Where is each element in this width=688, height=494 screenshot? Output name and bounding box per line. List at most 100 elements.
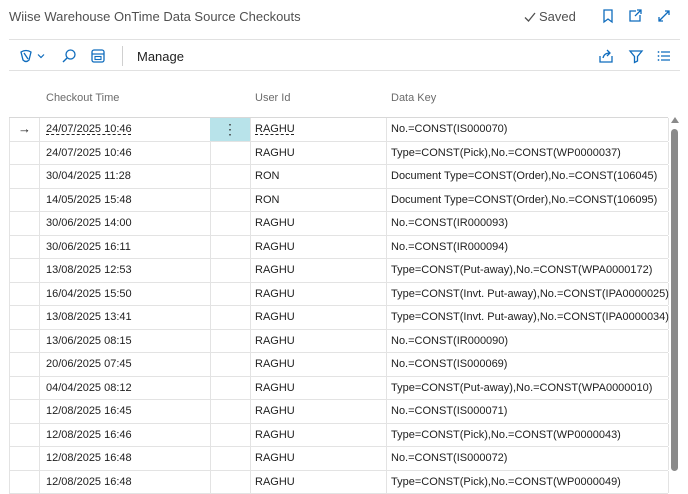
cell-divider: [250, 447, 251, 470]
data-key-cell[interactable]: No.=CONST(IS000072): [391, 447, 507, 470]
share-icon[interactable]: [598, 47, 614, 65]
checkout-time-cell[interactable]: 30/06/2025 14:00: [46, 212, 132, 235]
cell-divider: [39, 353, 40, 376]
data-key-cell[interactable]: No.=CONST(IR000093): [391, 212, 508, 235]
checkout-time-cell[interactable]: 20/06/2025 07:45: [46, 353, 132, 376]
cell-divider: [386, 118, 387, 141]
data-key-cell[interactable]: Type=CONST(Pick),No.=CONST(WP0000037): [391, 142, 621, 165]
cell-divider: [250, 377, 251, 400]
user-id-cell[interactable]: RAGHU: [255, 236, 295, 259]
cell-divider: [39, 212, 40, 235]
data-key-cell[interactable]: Type=CONST(Put-away),No.=CONST(WPA000017…: [391, 259, 652, 282]
checkout-time-cell[interactable]: 12/08/2025 16:46: [46, 424, 132, 447]
table-row[interactable]: 12/08/2025 16:48 RAGHU No.=CONST(IS000072): [9, 447, 668, 471]
user-id-cell[interactable]: RON: [255, 189, 279, 212]
edit-list-icon[interactable]: [90, 47, 106, 65]
user-id-cell[interactable]: RAGHU: [255, 377, 295, 400]
cell-divider: [250, 165, 251, 188]
user-id-cell[interactable]: RAGHU: [255, 259, 295, 282]
table-row[interactable]: 12/08/2025 16:45 RAGHU No.=CONST(IS000071): [9, 400, 668, 424]
data-key-cell[interactable]: Document Type=CONST(Order),No.=CONST(106…: [391, 165, 657, 188]
checkout-time-cell[interactable]: 13/08/2025 12:53: [46, 259, 132, 282]
data-key-cell[interactable]: No.=CONST(IS000069): [391, 353, 507, 376]
filter-icon[interactable]: [628, 47, 644, 65]
search-icon[interactable]: [61, 47, 77, 65]
data-key-cell[interactable]: No.=CONST(IS000071): [391, 400, 507, 423]
data-key-cell[interactable]: Document Type=CONST(Order),No.=CONST(106…: [391, 189, 657, 212]
cell-divider: [9, 142, 10, 165]
table-row[interactable]: 30/06/2025 16:11 RAGHU No.=CONST(IR000094): [9, 236, 668, 260]
data-key-cell[interactable]: No.=CONST(IS000070): [391, 118, 507, 141]
cell-divider: [250, 306, 251, 329]
cell-divider: [9, 118, 10, 141]
column-header-checkout-time[interactable]: Checkout Time: [46, 92, 119, 104]
cell-divider: [386, 330, 387, 353]
bookmark-icon[interactable]: [600, 8, 616, 24]
table-row[interactable]: →⋮24/07/2025 10:46RAGHUNo.=CONST(IS00007…: [9, 118, 668, 142]
checkout-time-cell[interactable]: 04/04/2025 08:12: [46, 377, 132, 400]
user-id-cell[interactable]: RAGHU: [255, 447, 295, 470]
user-id-cell[interactable]: RAGHU: [255, 212, 295, 235]
cell-divider: [210, 236, 211, 259]
column-header-user-id[interactable]: User Id: [255, 92, 290, 104]
table-row[interactable]: 24/07/2025 10:46 RAGHU Type=CONST(Pick),No…: [9, 142, 668, 166]
checkout-time-cell[interactable]: 30/06/2025 16:11: [46, 236, 131, 259]
user-id-cell[interactable]: RAGHU: [255, 306, 295, 329]
user-id-cell[interactable]: RAGHU: [255, 353, 295, 376]
cell-divider: [39, 424, 40, 447]
table-row[interactable]: 12/08/2025 16:48 RAGHU Type=CONST(Pick),No…: [9, 471, 668, 494]
table-row[interactable]: 30/06/2025 14:00 RAGHU No.=CONST(IR000093): [9, 212, 668, 236]
title-bar: Wiise Warehouse OnTime Data Source Check…: [0, 0, 688, 34]
data-key-cell[interactable]: Type=CONST(Invt. Put-away),No.=CONST(IPA…: [391, 283, 669, 306]
table-row[interactable]: 16/04/2025 15:50 RAGHU Type=CONST(Invt. Pu…: [9, 283, 668, 307]
data-key-cell[interactable]: Type=CONST(Put-away),No.=CONST(WPA000001…: [391, 377, 652, 400]
data-key-cell[interactable]: No.=CONST(IR000090): [391, 330, 508, 353]
data-key-cell[interactable]: Type=CONST(Pick),No.=CONST(WP0000043): [391, 424, 621, 447]
open-new-window-icon[interactable]: [627, 8, 643, 24]
data-key-cell[interactable]: No.=CONST(IR000094): [391, 236, 508, 259]
checkout-time-cell[interactable]: 30/04/2025 11:28: [46, 165, 131, 188]
user-id-cell[interactable]: RAGHU: [255, 142, 295, 165]
checkout-time-cell[interactable]: 16/04/2025 15:50: [46, 283, 132, 306]
table-row[interactable]: 04/04/2025 08:12 RAGHU Type=CONST(Put-away…: [9, 377, 668, 401]
table-row[interactable]: 13/06/2025 08:15 RAGHU No.=CONST(IR000090): [9, 330, 668, 354]
copilot-menu-button[interactable]: [18, 47, 46, 65]
manage-button[interactable]: Manage: [137, 49, 184, 64]
cell-divider: [250, 142, 251, 165]
table-row[interactable]: 30/04/2025 11:28 RON Document Type=CONST(O…: [9, 165, 668, 189]
checkout-time-cell[interactable]: 12/08/2025 16:48: [46, 447, 132, 470]
checkout-time-cell[interactable]: 13/06/2025 08:15: [46, 330, 132, 353]
column-header-data-key[interactable]: Data Key: [391, 92, 436, 104]
cell-divider: [386, 212, 387, 235]
user-id-cell[interactable]: RAGHU: [255, 400, 295, 423]
checkout-time-cell[interactable]: 12/08/2025 16:48: [46, 471, 132, 494]
data-key-cell[interactable]: Type=CONST(Invt. Put-away),No.=CONST(IPA…: [391, 306, 669, 329]
checkout-time-cell[interactable]: 14/05/2025 15:48: [46, 189, 132, 212]
cell-divider: [250, 189, 251, 212]
table-row[interactable]: 14/05/2025 15:48 RON Document Type=CONST(O…: [9, 189, 668, 213]
table-row[interactable]: 13/08/2025 12:53 RAGHU Type=CONST(Put-away…: [9, 259, 668, 283]
scrollbar-thumb[interactable]: [671, 129, 678, 471]
expand-icon[interactable]: [656, 8, 672, 24]
cell-divider: [210, 306, 211, 329]
scroll-up-arrow[interactable]: [671, 117, 679, 123]
cell-divider: [250, 400, 251, 423]
user-id-cell[interactable]: RAGHU: [255, 283, 295, 306]
cell-divider: [386, 447, 387, 470]
user-id-cell[interactable]: RAGHU: [255, 424, 295, 447]
table-row[interactable]: 20/06/2025 07:45 RAGHU No.=CONST(IS000069): [9, 353, 668, 377]
checkout-time-cell[interactable]: 24/07/2025 10:46: [46, 118, 132, 141]
data-key-cell[interactable]: Type=CONST(Pick),No.=CONST(WP0000049): [391, 471, 621, 494]
user-id-cell[interactable]: RAGHU: [255, 471, 295, 494]
table-row[interactable]: 12/08/2025 16:46 RAGHU Type=CONST(Pick),No…: [9, 424, 668, 448]
vertical-scrollbar[interactable]: [669, 117, 680, 471]
checkout-time-cell[interactable]: 24/07/2025 10:46: [46, 142, 132, 165]
user-id-cell[interactable]: RAGHU: [255, 118, 295, 141]
table-row[interactable]: 13/08/2025 13:41 RAGHU Type=CONST(Invt. Pu…: [9, 306, 668, 330]
user-id-cell[interactable]: RON: [255, 165, 279, 188]
row-actions-menu-button[interactable]: ⋮: [210, 118, 250, 141]
checkout-time-cell[interactable]: 13/08/2025 13:41: [46, 306, 132, 329]
checkout-time-cell[interactable]: 12/08/2025 16:45: [46, 400, 132, 423]
user-id-cell[interactable]: RAGHU: [255, 330, 295, 353]
list-view-icon[interactable]: [656, 47, 672, 65]
